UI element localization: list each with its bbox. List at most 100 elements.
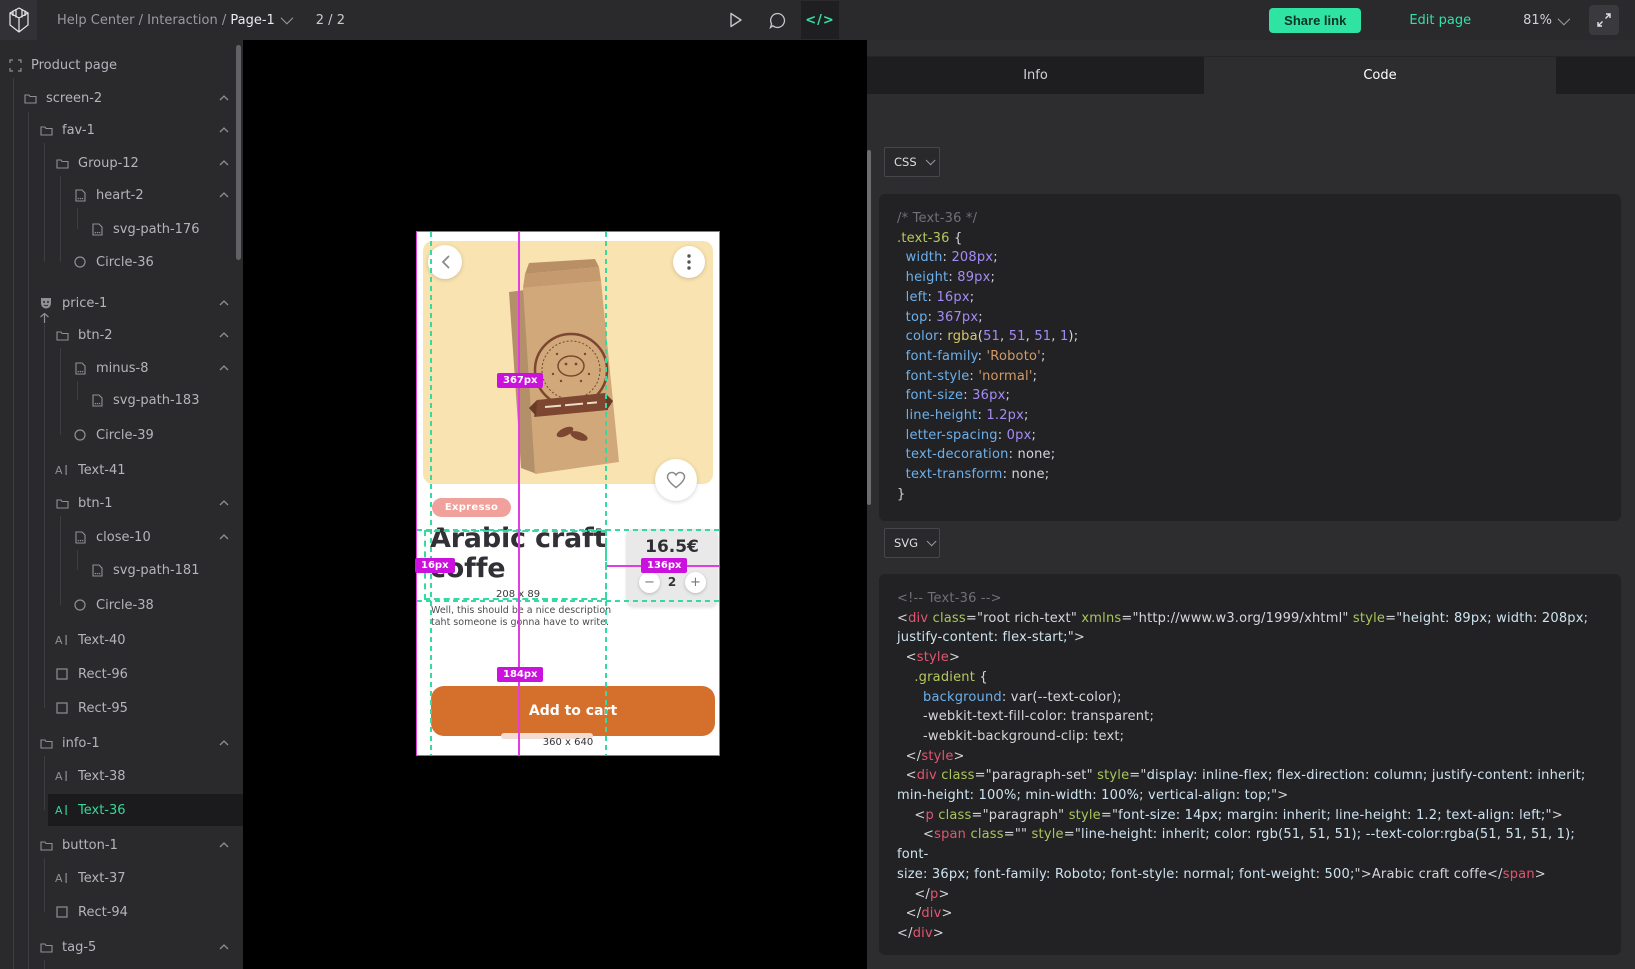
code-line: font-size: 36px; bbox=[897, 386, 1603, 406]
svg-icon bbox=[90, 222, 104, 236]
layer-row-text-41[interactable]: AText-41 bbox=[0, 457, 243, 483]
zoom-control[interactable]: 81% bbox=[1523, 13, 1567, 28]
layer-row-btn-2[interactable]: btn-2 bbox=[0, 322, 243, 348]
layer-row-price-1[interactable]: price-1 bbox=[0, 290, 243, 316]
add-to-cart-button[interactable]: Add to cart bbox=[431, 686, 715, 736]
zoom-value: 81% bbox=[1523, 13, 1552, 28]
back-button[interactable] bbox=[428, 245, 462, 279]
breadcrumb[interactable]: Help Center / Interaction / Page-1 bbox=[57, 13, 290, 28]
chevron-up-icon[interactable] bbox=[219, 330, 229, 340]
app-logo[interactable] bbox=[0, 0, 37, 40]
chevron-up-icon[interactable] bbox=[219, 942, 229, 952]
layer-row-screen-2[interactable]: screen-2 bbox=[0, 85, 243, 111]
layer-row-product page[interactable]: Product page bbox=[0, 52, 243, 78]
chevron-up-icon[interactable] bbox=[219, 93, 229, 103]
product-tag-badge[interactable]: Expresso bbox=[432, 498, 511, 517]
edit-page-link[interactable]: Edit page bbox=[1409, 13, 1471, 28]
layer-row-btn-1[interactable]: btn-1 bbox=[0, 490, 243, 516]
more-menu-button[interactable] bbox=[673, 246, 705, 278]
chevron-up-icon[interactable] bbox=[219, 190, 229, 200]
code-line: -webkit-background-clip: text; bbox=[897, 727, 1603, 747]
svg-format-select[interactable]: SVG bbox=[884, 528, 940, 558]
artboard-product-screen[interactable]: Expresso Arabic craftcoffe Well, this sh… bbox=[417, 232, 719, 755]
layer-label: svg-path-176 bbox=[113, 222, 199, 237]
chevron-down-icon[interactable] bbox=[280, 11, 293, 24]
layer-label: Rect-95 bbox=[78, 701, 128, 716]
code-line: background: var(--text-color); bbox=[897, 688, 1603, 708]
sidebar-scrollbar[interactable] bbox=[236, 45, 241, 260]
layer-row-svg-path-176[interactable]: svg-path-176 bbox=[0, 216, 243, 242]
layer-row-svg-path-183[interactable]: svg-path-183 bbox=[0, 387, 243, 413]
code-line: justify-content: flex-start;"> bbox=[897, 628, 1603, 648]
product-description[interactable]: Well, this should be a nice descriptiont… bbox=[431, 605, 611, 629]
css-format-select[interactable]: CSS bbox=[884, 147, 940, 177]
layer-row-info-1[interactable]: info-1 bbox=[0, 730, 243, 756]
chevron-up-icon[interactable] bbox=[219, 158, 229, 168]
text-icon: A bbox=[55, 633, 69, 647]
svg-code-block[interactable]: <!-- Text-36 --><div class="root rich-te… bbox=[879, 574, 1621, 955]
layer-row-circle-38[interactable]: Circle-38 bbox=[0, 592, 243, 618]
layer-row-tag-5[interactable]: tag-5 bbox=[0, 934, 243, 960]
layer-row-rect-95[interactable]: Rect-95 bbox=[0, 695, 243, 721]
layer-row-rect-94[interactable]: Rect-94 bbox=[0, 899, 243, 925]
code-line: left: 16px; bbox=[897, 288, 1603, 308]
layer-row-circle-39[interactable]: Circle-39 bbox=[0, 422, 243, 448]
layer-row-rect-96[interactable]: Rect-96 bbox=[0, 661, 243, 687]
layer-row-text-38[interactable]: AText-38 bbox=[0, 763, 243, 789]
layer-label: minus-8 bbox=[96, 361, 149, 376]
layer-row-svg-path-181[interactable]: svg-path-181 bbox=[0, 557, 243, 583]
chevron-up-icon[interactable] bbox=[219, 738, 229, 748]
layer-row-circle-36[interactable]: Circle-36 bbox=[0, 249, 243, 275]
css-code-block[interactable]: /* Text-36 */.text-36 { width: 208px; he… bbox=[879, 194, 1621, 521]
quantity-plus-button[interactable]: + bbox=[685, 572, 706, 593]
measure-label-bottom: 184px bbox=[497, 667, 543, 682]
code-line: <p class="paragraph" style="font-size: 1… bbox=[897, 806, 1603, 826]
layer-row-text-40[interactable]: AText-40 bbox=[0, 627, 243, 653]
folder-icon bbox=[55, 328, 69, 342]
layer-row-close-10[interactable]: close-10 bbox=[0, 524, 243, 550]
svg-text:A: A bbox=[55, 634, 63, 646]
chevron-up-icon[interactable] bbox=[219, 498, 229, 508]
rect-icon bbox=[55, 667, 69, 681]
chevron-up-icon[interactable] bbox=[219, 840, 229, 850]
frame-icon bbox=[8, 58, 22, 72]
app-window: Help Center / Interaction / Page-1 2 / 2… bbox=[0, 0, 1635, 969]
guide-line-vertical bbox=[605, 232, 607, 755]
chevron-up-icon[interactable] bbox=[219, 125, 229, 135]
code-line: <div class="paragraph-set" style="displa… bbox=[897, 766, 1603, 786]
play-icon bbox=[729, 12, 743, 28]
code-line: .gradient { bbox=[897, 668, 1603, 688]
product-image-area[interactable] bbox=[423, 241, 713, 484]
chevron-up-icon[interactable] bbox=[219, 532, 229, 542]
measure-label-top: 367px bbox=[497, 373, 543, 388]
layer-row-button-1[interactable]: button-1 bbox=[0, 832, 243, 858]
heart-icon bbox=[666, 471, 686, 489]
code-line: text-decoration: none; bbox=[897, 445, 1603, 465]
favorite-button[interactable] bbox=[655, 459, 697, 501]
layer-label: Text-41 bbox=[78, 463, 126, 478]
logo-icon bbox=[8, 7, 30, 33]
coffee-bag-image bbox=[495, 250, 635, 478]
layer-row-text-37[interactable]: AText-37 bbox=[0, 865, 243, 891]
comment-button[interactable] bbox=[759, 1, 797, 39]
chevron-up-icon[interactable] bbox=[219, 298, 229, 308]
panel-scrollbar[interactable] bbox=[867, 150, 871, 505]
code-view-button[interactable]: </> bbox=[801, 1, 839, 39]
page-indicator: 2 / 2 bbox=[316, 13, 345, 28]
tab-code[interactable]: Code bbox=[1204, 57, 1556, 94]
arrow-up-icon bbox=[39, 312, 50, 324]
layer-label: heart-2 bbox=[96, 188, 144, 203]
play-button[interactable] bbox=[717, 1, 755, 39]
fullscreen-button[interactable] bbox=[1589, 5, 1619, 35]
tab-info[interactable]: Info bbox=[867, 57, 1204, 94]
chevron-up-icon[interactable] bbox=[219, 363, 229, 373]
css-select-value: CSS bbox=[894, 155, 917, 169]
share-link-button[interactable]: Share link bbox=[1269, 8, 1361, 33]
layer-row-heart-2[interactable]: heart-2 bbox=[0, 182, 243, 208]
layer-row-group-12[interactable]: Group-12 bbox=[0, 150, 243, 176]
layer-label: Circle-36 bbox=[96, 255, 154, 270]
layer-row-minus-8[interactable]: minus-8 bbox=[0, 355, 243, 381]
chevron-down-icon bbox=[927, 536, 937, 546]
layer-row-fav-1[interactable]: fav-1 bbox=[0, 117, 243, 143]
layer-row-text-36[interactable]: AText-36 bbox=[0, 797, 243, 823]
